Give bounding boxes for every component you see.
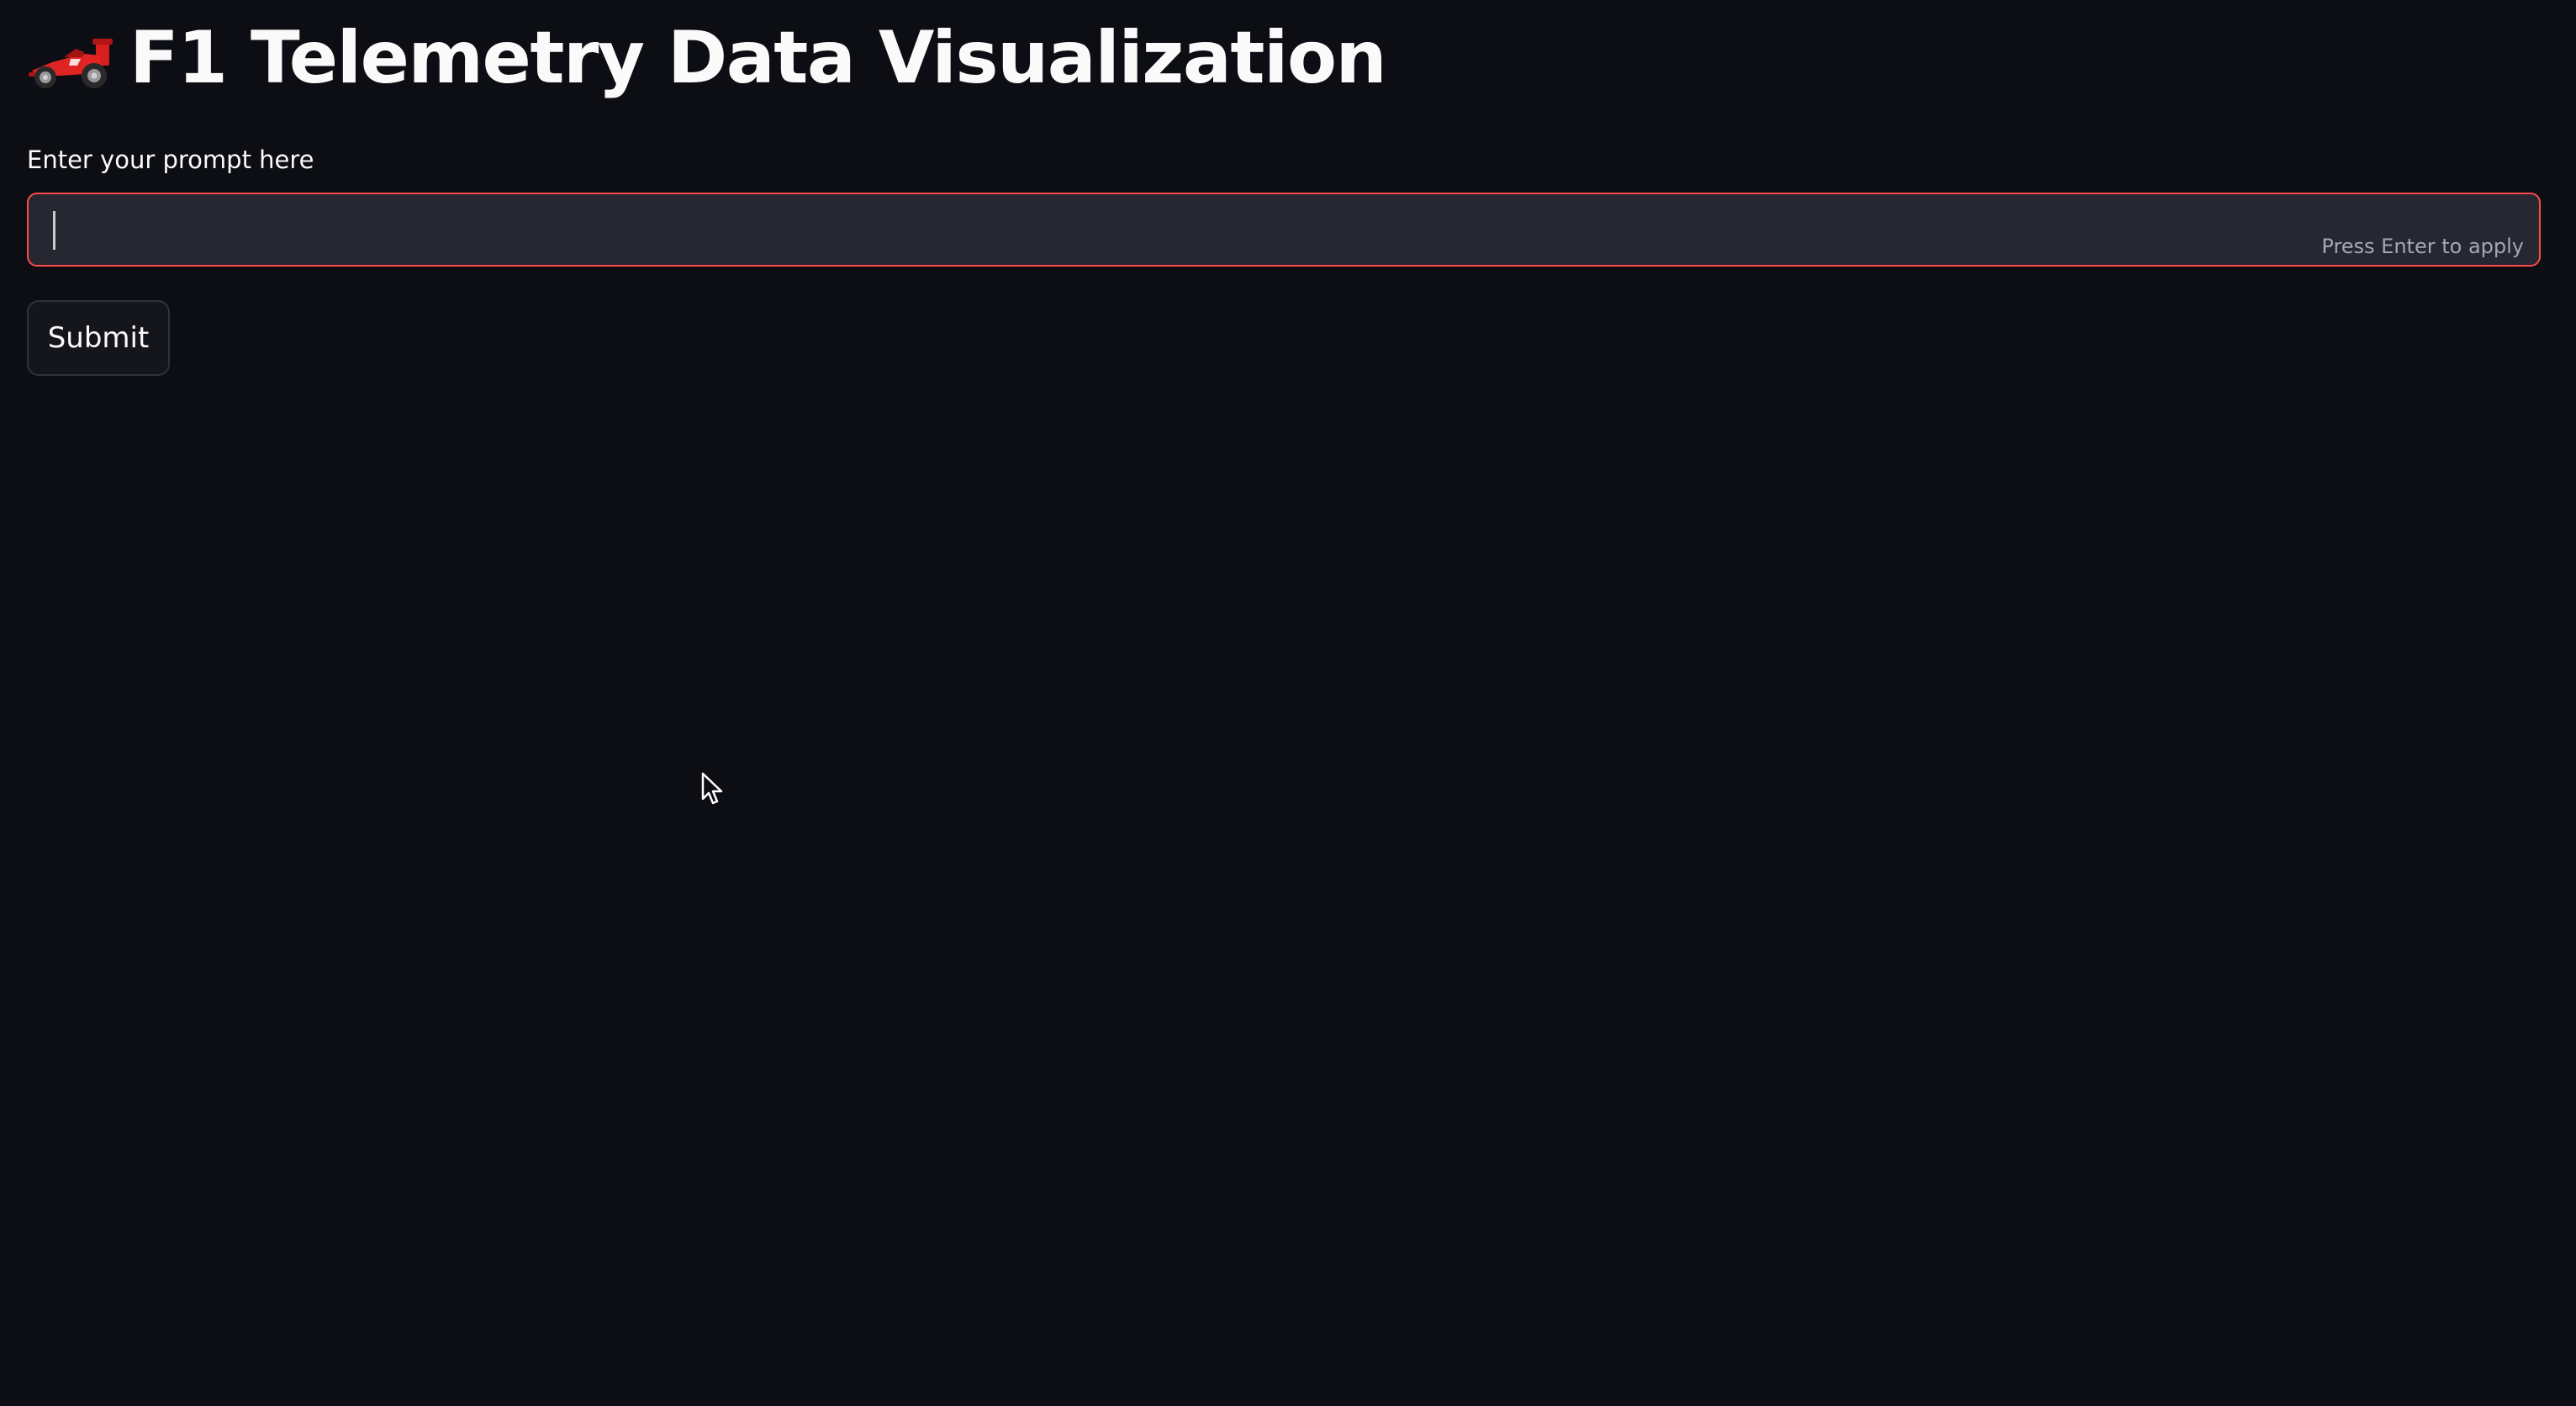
prompt-input-container: Press Enter to apply xyxy=(27,193,2541,267)
prompt-label: Enter your prompt here xyxy=(27,145,314,174)
race-car-icon xyxy=(29,39,113,88)
text-caret xyxy=(53,211,55,250)
page-title: F1 Telemetry Data Visualization xyxy=(129,16,1387,100)
press-enter-hint: Press Enter to apply xyxy=(2321,235,2524,258)
app-container: F1 Telemetry Data Visualization Enter yo… xyxy=(0,0,2576,1406)
mouse-pointer-icon xyxy=(701,772,723,805)
submit-button[interactable]: Submit xyxy=(27,300,170,376)
prompt-input[interactable] xyxy=(29,194,2539,265)
page-header: F1 Telemetry Data Visualization xyxy=(27,12,1387,104)
